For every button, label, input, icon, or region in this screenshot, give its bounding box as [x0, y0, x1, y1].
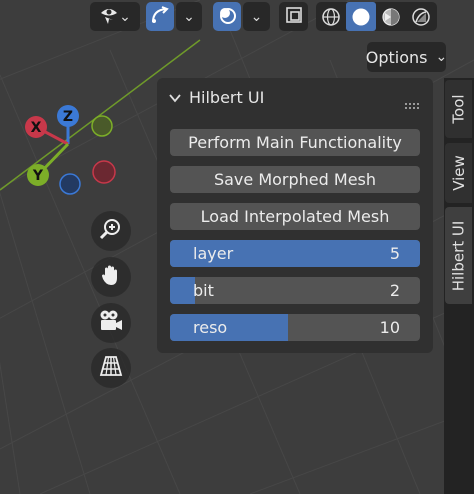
slider-value: 2	[389, 281, 400, 300]
slider-label: reso	[193, 318, 228, 337]
material-preview-icon[interactable]	[376, 2, 406, 31]
slider-value: 10	[379, 318, 400, 337]
eye-arrow-icon	[99, 5, 119, 29]
visibility-dropdown[interactable]: ⌄	[90, 2, 140, 31]
button-label: Save Morphed Mesh	[213, 170, 377, 189]
hilbert-ui-panel: Hilbert UI Perform Main Functionality Sa…	[157, 78, 433, 353]
wireframe-shading-icon[interactable]	[316, 2, 346, 31]
save-morphed-mesh-button[interactable]: Save Morphed Mesh	[170, 166, 420, 193]
navigation-gizmo[interactable]: Z X Y	[18, 100, 128, 195]
overlay-circles-icon	[217, 5, 237, 29]
panel-header[interactable]: Hilbert UI	[169, 88, 264, 107]
perspective-toggle-button[interactable]	[91, 348, 131, 388]
negative-x-axis-handle	[92, 160, 116, 184]
hand-pan-icon	[99, 263, 123, 291]
perform-main-functionality-button[interactable]: Perform Main Functionality	[170, 129, 420, 156]
chevron-down-icon: ⌄	[250, 8, 263, 25]
button-label: Perform Main Functionality	[188, 133, 402, 152]
chevron-down-icon: ⌄	[435, 49, 448, 65]
slider-label: bit	[193, 281, 214, 300]
slider-fill	[170, 314, 288, 341]
panel-title: Hilbert UI	[189, 88, 265, 107]
slider-label: layer	[193, 244, 234, 263]
tab-view[interactable]: View	[445, 143, 472, 203]
negative-y-axis-handle	[91, 115, 113, 137]
chevron-down-icon: ⌄	[183, 8, 195, 25]
zoom-icon	[99, 217, 123, 245]
reso-slider[interactable]: reso 10	[170, 314, 420, 341]
gizmo-curve-icon	[150, 5, 170, 29]
load-interpolated-mesh-button[interactable]: Load Interpolated Mesh	[170, 203, 420, 230]
z-axis-label: Z	[63, 109, 73, 125]
camera-view-button[interactable]	[91, 303, 131, 343]
xray-toggle[interactable]	[279, 2, 308, 31]
drag-grip-icon[interactable]	[405, 94, 421, 113]
xray-toggle-icon	[284, 5, 304, 29]
shading-mode-group	[316, 2, 437, 31]
tab-hilbert-ui-label: Hilbert UI	[449, 220, 468, 291]
button-label: Load Interpolated Mesh	[200, 207, 390, 226]
x-axis-label: X	[31, 120, 42, 136]
options-dropdown[interactable]: Options ⌄	[365, 42, 448, 72]
layer-slider[interactable]: layer 5	[170, 240, 420, 267]
chevron-down-icon	[169, 88, 181, 107]
chevron-down-icon: ⌄	[119, 8, 131, 25]
negative-z-axis-handle	[59, 173, 81, 195]
tab-view-label: View	[449, 155, 468, 191]
bit-slider[interactable]: bit 2	[170, 277, 420, 304]
y-axis-label: Y	[32, 168, 44, 184]
solid-shading-icon[interactable]	[346, 2, 376, 31]
overlay-dropdown[interactable]: ⌄	[243, 2, 270, 31]
pan-button[interactable]	[91, 257, 131, 297]
tab-tool[interactable]: Tool	[445, 80, 472, 138]
options-label: Options	[365, 47, 428, 67]
slider-value: 5	[389, 244, 400, 263]
gizmo-dropdown[interactable]: ⌄	[176, 2, 202, 31]
camera-icon	[98, 309, 124, 337]
perspective-grid-icon	[99, 354, 123, 382]
rendered-shading-icon[interactable]	[406, 2, 436, 31]
overlay-toggle[interactable]	[213, 2, 241, 31]
gizmo-toggle[interactable]	[146, 2, 174, 31]
zoom-button[interactable]	[91, 211, 131, 251]
slider-fill	[170, 277, 195, 304]
tab-tool-label: Tool	[449, 94, 468, 124]
tab-hilbert-ui[interactable]: Hilbert UI	[445, 207, 472, 304]
